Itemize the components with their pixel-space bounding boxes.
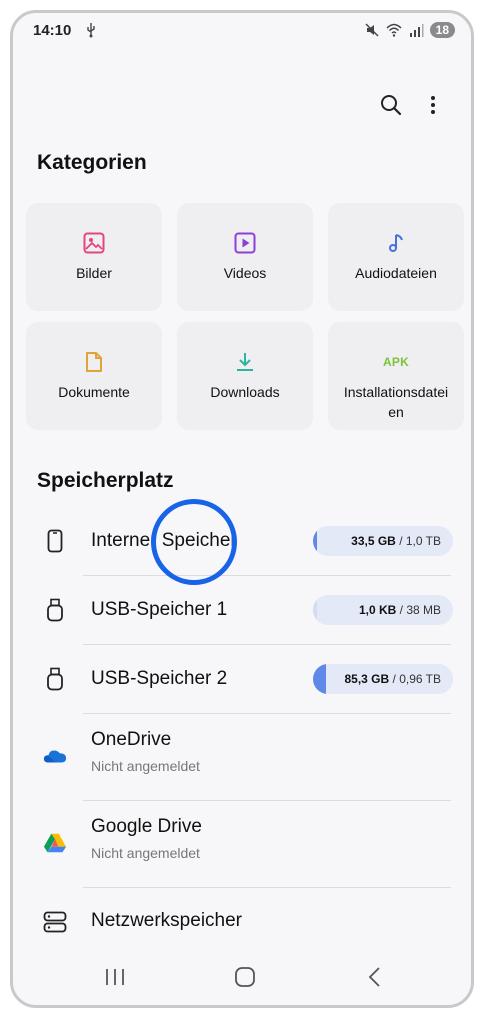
category-audio[interactable]: Audiodateien — [328, 203, 464, 311]
status-bar: 14:10 18 — [13, 13, 471, 53]
usb-icon — [87, 23, 95, 38]
navigation-bar — [13, 949, 471, 1005]
back-icon — [368, 967, 380, 987]
category-label: Bilder — [76, 265, 112, 281]
search-button[interactable] — [375, 89, 407, 121]
apk-icon: APK — [383, 355, 409, 369]
category-installation-files[interactable]: APK Installationsdatei en — [328, 322, 464, 430]
home-icon — [235, 967, 255, 987]
document-icon — [82, 350, 106, 374]
home-button[interactable] — [231, 963, 259, 991]
google-drive-icon — [43, 831, 67, 855]
video-icon — [233, 231, 257, 255]
storage-usage-pill: 1,0 KB / 38 MB — [313, 595, 453, 625]
image-icon — [82, 231, 106, 255]
status-icons: 18 — [364, 22, 455, 38]
section-title-categories: Kategorien — [37, 151, 147, 174]
storage-subtitle: Nicht angemeldet — [91, 758, 200, 774]
onedrive-icon — [43, 744, 67, 768]
more-options-button[interactable] — [417, 89, 449, 121]
storage-title: USB-Speicher 2 — [91, 668, 228, 689]
category-label: Audiodateien — [355, 265, 437, 281]
status-time: 14:10 — [33, 22, 72, 39]
storage-network[interactable]: Netzwerkspeicher — [13, 888, 471, 948]
download-icon — [233, 350, 257, 374]
usb-drive-icon — [43, 667, 67, 691]
back-button[interactable] — [361, 963, 389, 991]
section-title-storage: Speicherplatz — [37, 469, 174, 492]
category-label: Installationsdatei en — [343, 384, 449, 420]
storage-onedrive[interactable]: OneDrive Nicht angemeldet — [13, 714, 471, 800]
battery-icon: 18 — [429, 22, 455, 38]
storage-usb-1[interactable]: USB-Speicher 1 1,0 KB / 38 MB — [13, 576, 471, 644]
category-downloads[interactable]: Downloads — [177, 322, 313, 430]
category-label: Dokumente — [58, 384, 130, 400]
storage-title: USB-Speicher 1 — [91, 599, 228, 620]
search-icon — [381, 95, 402, 116]
category-label: Videos — [223, 265, 267, 281]
more-vert-icon — [431, 96, 435, 114]
mute-icon — [365, 23, 379, 37]
phone-screen: 14:10 18 Kategorien Bilder Videos Audiod… — [10, 10, 474, 1008]
music-icon — [384, 231, 408, 255]
storage-title: OneDrive — [91, 729, 172, 750]
phone-icon — [43, 529, 67, 553]
usb-drive-icon — [43, 598, 67, 622]
signal-icon — [409, 24, 424, 37]
recent-apps-button[interactable] — [101, 963, 129, 991]
storage-google-drive[interactable]: Google Drive Nicht angemeldet — [13, 801, 471, 887]
storage-subtitle: Nicht angemeldet — [91, 845, 200, 861]
category-videos[interactable]: Videos — [177, 203, 313, 311]
category-documents[interactable]: Dokumente — [26, 322, 162, 430]
usage-bar-fill — [313, 595, 318, 625]
usage-bar-fill — [313, 526, 318, 556]
category-label: Downloads — [210, 384, 280, 400]
storage-usage-pill: 33,5 GB / 1,0 TB — [313, 526, 453, 556]
storage-title: Google Drive — [91, 816, 202, 837]
storage-usage-pill: 85,3 GB / 0,96 TB — [313, 664, 453, 694]
storage-title: Netzwerkspeicher — [91, 910, 242, 931]
touch-indicator — [151, 499, 237, 585]
storage-internal[interactable]: Interner Speicher 33,5 GB / 1,0 TB — [13, 507, 471, 575]
usage-bar-fill — [313, 664, 326, 694]
wifi-icon — [386, 23, 402, 37]
recent-apps-icon — [106, 969, 124, 985]
storage-usb-2[interactable]: USB-Speicher 2 85,3 GB / 0,96 TB — [13, 645, 471, 713]
network-storage-icon — [43, 910, 67, 934]
category-images[interactable]: Bilder — [26, 203, 162, 311]
